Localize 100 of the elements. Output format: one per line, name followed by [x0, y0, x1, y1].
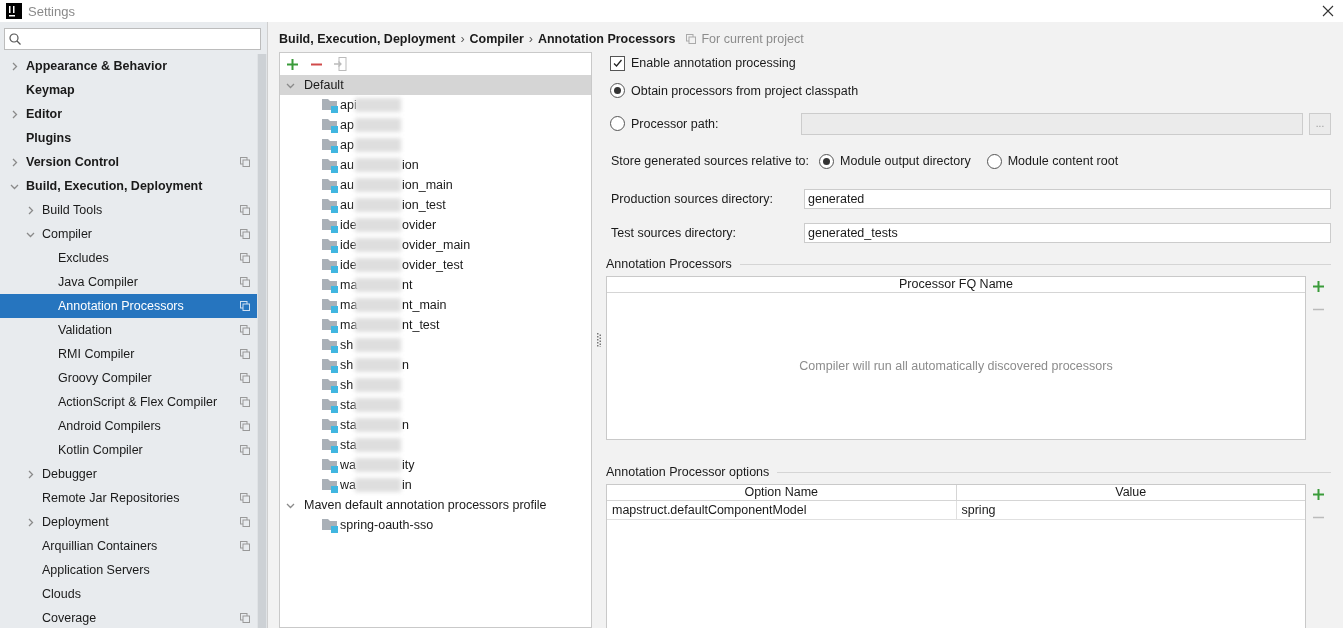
- sidebar-item[interactable]: Excludes: [0, 246, 257, 270]
- radio-button[interactable]: [610, 83, 625, 98]
- chevron-right-icon[interactable]: [26, 205, 35, 215]
- table-cell: spring: [955, 501, 1305, 519]
- radio-label: Module content root: [1007, 154, 1119, 168]
- module-folder-icon: [322, 517, 339, 533]
- module-name: sta: [340, 398, 357, 412]
- module-name-end: ion_main: [402, 178, 453, 192]
- sidebar-item[interactable]: Build Tools: [0, 198, 257, 222]
- radio-button[interactable]: [986, 153, 1002, 169]
- sidebar-item[interactable]: Clouds: [0, 582, 257, 606]
- module-folder-icon: [322, 157, 339, 173]
- sidebar-item[interactable]: Keymap: [0, 78, 257, 102]
- module-folder-icon: [322, 257, 339, 273]
- sidebar-item[interactable]: Editor: [0, 102, 257, 126]
- sidebar-item[interactable]: Arquillian Containers: [0, 534, 257, 558]
- add-icon[interactable]: [286, 57, 299, 71]
- module-folder-icon: [322, 317, 339, 333]
- radio-label: Processor path:: [631, 116, 719, 131]
- checkbox-label: Enable annotation processing: [631, 56, 796, 70]
- module-folder-icon: [322, 97, 339, 113]
- sidebar-item[interactable]: Android Compilers: [0, 414, 257, 438]
- breadcrumb-separator: ›: [460, 32, 465, 46]
- sidebar-item[interactable]: Plugins: [0, 126, 257, 150]
- module-name: sta: [340, 418, 357, 432]
- module-name-end: ion_test: [402, 198, 446, 212]
- scrollbar[interactable]: [257, 54, 267, 628]
- sidebar-item[interactable]: Kotlin Compiler: [0, 438, 257, 462]
- breadcrumb-item: Compiler: [469, 32, 524, 46]
- module-folder-icon: [322, 377, 339, 393]
- module-folder-icon: [322, 177, 339, 193]
- chevron-right-icon[interactable]: [10, 109, 19, 119]
- module-name: ide: [340, 218, 357, 232]
- text-field[interactable]: generated: [804, 189, 1331, 209]
- module-folder-icon: [322, 477, 339, 493]
- sidebar-item[interactable]: Coverage: [0, 606, 257, 628]
- sidebar-item[interactable]: Compiler: [0, 222, 257, 246]
- module-folder-icon: [322, 357, 339, 373]
- empty-table-message: Compiler will run all automatically discovered processors: [799, 359, 1113, 373]
- module-name: sta: [340, 438, 357, 452]
- profile-name: Default: [304, 78, 344, 92]
- profile-item[interactable]: Default: [280, 75, 591, 95]
- profile-item[interactable]: Maven default annotation processors profile: [280, 495, 591, 515]
- chevron-right-icon[interactable]: [26, 469, 35, 479]
- field-label: Store generated sources relative to:: [611, 154, 810, 168]
- module-folder-icon: [322, 437, 339, 453]
- radio-label: Obtain processors from project classpath: [631, 83, 859, 98]
- chevron-right-icon[interactable]: [10, 61, 19, 71]
- module-name-end: ovider_main: [402, 238, 471, 252]
- sidebar-item[interactable]: Build, Execution, Deployment: [0, 174, 257, 198]
- sidebar-item[interactable]: Annotation Processors: [0, 294, 257, 318]
- column-header[interactable]: Option Name: [607, 485, 956, 500]
- move-icon[interactable]: [334, 57, 347, 71]
- chevron-right-icon[interactable]: [10, 157, 19, 167]
- module-name: wa: [340, 478, 356, 492]
- field-label: Test sources directory:: [611, 226, 738, 240]
- module-name: sh: [340, 358, 354, 372]
- search-field[interactable]: [4, 28, 261, 50]
- sidebar-item[interactable]: Version Control: [0, 150, 257, 174]
- radio-button[interactable]: [819, 153, 835, 169]
- table-cell-text: mapstruct.defaultComponentModel: [611, 502, 808, 519]
- module-name-end: nt: [402, 278, 413, 292]
- add-icon[interactable]: [1312, 488, 1325, 501]
- module-name: ma: [340, 278, 358, 292]
- app-logo-icon: [6, 3, 22, 19]
- module-name: au: [340, 198, 354, 212]
- module-name-end: nt_main: [402, 298, 447, 312]
- sidebar-item[interactable]: Application Servers: [0, 558, 257, 582]
- module-folder-icon: [322, 217, 339, 233]
- radio-label: Module output directory: [840, 154, 971, 168]
- module-folder-icon: [322, 397, 339, 413]
- sidebar-item[interactable]: Debugger: [0, 462, 257, 486]
- sidebar-item[interactable]: Java Compiler: [0, 270, 257, 294]
- text-field[interactable]: generated_tests: [804, 223, 1331, 243]
- profile-name: Maven default annotation processors profile: [304, 498, 547, 512]
- module-folder-icon: [322, 237, 339, 253]
- breadcrumb-separator: ›: [528, 32, 533, 46]
- breadcrumb-item: Annotation Processors: [537, 32, 676, 46]
- module-folder-icon: [322, 297, 339, 313]
- sidebar-item[interactable]: RMI Compiler: [0, 342, 257, 366]
- chevron-right-icon[interactable]: [26, 517, 35, 527]
- module-name: spring-oauth-sso: [340, 518, 434, 532]
- sidebar-item[interactable]: Validation: [0, 318, 257, 342]
- add-icon[interactable]: [1312, 280, 1325, 293]
- module-name: sh: [340, 378, 354, 392]
- sidebar-item[interactable]: Appearance & Behavior: [0, 54, 257, 78]
- column-header[interactable]: Value: [955, 485, 1305, 500]
- sidebar-item[interactable]: Deployment: [0, 510, 257, 534]
- module-name: ide: [340, 258, 357, 272]
- checkbox[interactable]: [610, 55, 625, 71]
- module-folder-icon: [322, 457, 339, 473]
- section-title: Annotation Processors: [606, 257, 732, 271]
- sidebar-item[interactable]: ActionScript & Flex Compiler: [0, 390, 257, 414]
- checkmark-icon: [612, 57, 623, 69]
- column-header[interactable]: Processor FQ Name: [607, 277, 1305, 292]
- splitter-grip-icon[interactable]: [597, 333, 601, 347]
- close-icon[interactable]: [1322, 5, 1334, 17]
- sidebar-item[interactable]: Groovy Compiler: [0, 366, 257, 390]
- sidebar-item[interactable]: Remote Jar Repositories: [0, 486, 257, 510]
- module-folder-icon: [322, 117, 339, 133]
